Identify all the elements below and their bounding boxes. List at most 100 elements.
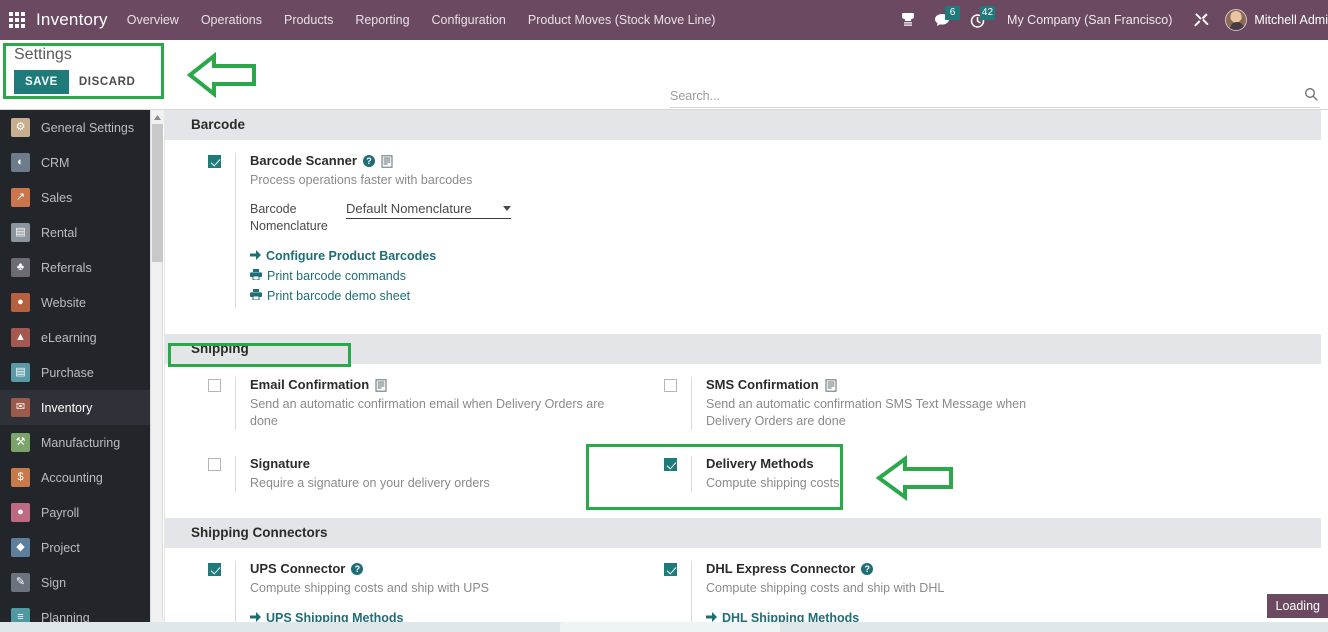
nav-menu-reporting[interactable]: Reporting bbox=[344, 0, 420, 40]
delivery-methods-body: Delivery Methods Compute shipping costs bbox=[691, 456, 839, 492]
activities-count-badge: 42 bbox=[979, 6, 996, 20]
user-name: Mitchell Admi bbox=[1254, 13, 1328, 27]
handshake-icon: ◐ bbox=[11, 153, 30, 172]
setting-sms-confirmation: SMS Confirmation Send an automatic confi… bbox=[664, 377, 1181, 430]
os-taskbar-chip bbox=[560, 622, 780, 632]
breadcrumb: Settings SAVE DISCARD bbox=[10, 44, 145, 94]
sidebar-scrollbar[interactable] bbox=[150, 110, 164, 632]
apps-grid-icon[interactable] bbox=[0, 0, 34, 40]
graduation-icon: ▲ bbox=[11, 328, 30, 347]
barcode-links: Configure Product Barcodes Print barcode… bbox=[250, 248, 511, 305]
barcode-scanner-label: Barcode Scanner bbox=[250, 153, 357, 168]
sidebar-item-label: Project bbox=[41, 540, 80, 555]
sidebar-item-rental[interactable]: ▤ Rental bbox=[0, 215, 150, 250]
top-navbar: Inventory Overview Operations Products R… bbox=[0, 0, 1328, 40]
sms-confirmation-body: SMS Confirmation Send an automatic confi… bbox=[691, 377, 1046, 430]
barcode-scanner-description: Process operations faster with barcodes bbox=[250, 173, 473, 187]
sidebar-scroll-thumb[interactable] bbox=[152, 124, 163, 262]
setting-dhl-connector: DHL Express Connector ? Compute shipping… bbox=[664, 561, 1181, 630]
barcode-scanner-label-row: Barcode Scanner ? bbox=[250, 153, 511, 169]
sidebar-item-label: Manufacturing bbox=[41, 435, 121, 450]
document-icon[interactable] bbox=[375, 378, 387, 392]
ups-connector-label-row: UPS Connector ? bbox=[250, 561, 489, 577]
signature-body: Signature Require a signature on your de… bbox=[235, 456, 490, 492]
section-body-shipping: Email Confirmation Send an automatic con… bbox=[165, 364, 1321, 518]
signature-label: Signature bbox=[250, 456, 310, 471]
sidebar-item-website[interactable]: ● Website bbox=[0, 285, 150, 320]
puzzle-icon: ◆ bbox=[11, 538, 30, 557]
user-menu[interactable]: Mitchell Admi bbox=[1219, 9, 1328, 31]
email-confirmation-checkbox[interactable] bbox=[208, 379, 221, 392]
save-button[interactable]: SAVE bbox=[14, 70, 69, 94]
search-icon[interactable] bbox=[1304, 87, 1320, 104]
dhl-connector-label: DHL Express Connector bbox=[706, 561, 856, 576]
shipping-row-2: Signature Require a signature on your de… bbox=[165, 456, 1321, 508]
help-icon[interactable]: ? bbox=[362, 155, 375, 167]
phone-icon[interactable] bbox=[891, 0, 925, 40]
sidebar-item-general-settings[interactable]: ⚙ General Settings bbox=[0, 110, 150, 145]
setting-email-confirmation: Email Confirmation Send an automatic con… bbox=[208, 377, 621, 430]
section-heading-barcode: Barcode bbox=[165, 110, 1321, 140]
document-icon[interactable] bbox=[825, 378, 837, 392]
messages-icon[interactable]: 6 bbox=[925, 0, 961, 40]
messages-count-badge: 6 bbox=[945, 6, 961, 20]
ups-connector-checkbox[interactable] bbox=[208, 563, 221, 576]
chevron-up-icon[interactable] bbox=[151, 110, 164, 124]
link-print-barcode-commands[interactable]: Print barcode commands bbox=[250, 268, 511, 285]
sidebar-item-label: Sales bbox=[41, 190, 73, 205]
setting-barcode-scanner: Barcode Scanner ? Process operations fas… bbox=[208, 153, 621, 308]
dhl-connector-checkbox[interactable] bbox=[664, 563, 677, 576]
search-input[interactable] bbox=[670, 88, 1270, 103]
discard-button[interactable]: DISCARD bbox=[69, 70, 146, 94]
sidebar-item-referrals[interactable]: ♣ Referrals bbox=[0, 250, 150, 285]
nav-menu-configuration[interactable]: Configuration bbox=[421, 0, 517, 40]
odoo-inventory-settings-page: Inventory Overview Operations Products R… bbox=[0, 0, 1328, 632]
email-confirmation-label: Email Confirmation bbox=[250, 377, 370, 392]
gear-icon: ⚙ bbox=[11, 118, 30, 137]
sidebar-item-label: eLearning bbox=[41, 330, 97, 345]
sidebar-item-sales[interactable]: ↗ Sales bbox=[0, 180, 150, 215]
barcode-nomenclature-select[interactable]: Default Nomenclature bbox=[346, 201, 511, 219]
setting-ups-connector: UPS Connector ? Compute shipping costs a… bbox=[208, 561, 621, 630]
sidebar-item-payroll[interactable]: ● Payroll bbox=[0, 495, 150, 530]
link-configure-product-barcodes[interactable]: Configure Product Barcodes bbox=[250, 248, 511, 265]
company-selector[interactable]: My Company (San Francisco) bbox=[995, 13, 1184, 27]
document-icon[interactable] bbox=[381, 154, 393, 168]
clock-icon[interactable]: 42 bbox=[960, 0, 996, 40]
delivery-methods-checkbox[interactable] bbox=[664, 458, 677, 471]
setting-signature: Signature Require a signature on your de… bbox=[208, 456, 621, 492]
nav-menu-overview[interactable]: Overview bbox=[116, 0, 190, 40]
link-print-barcode-demo-sheet[interactable]: Print barcode demo sheet bbox=[250, 288, 511, 305]
sidebar-item-label: Accounting bbox=[41, 470, 103, 485]
help-icon[interactable]: ? bbox=[351, 563, 364, 575]
nav-menu-operations[interactable]: Operations bbox=[190, 0, 273, 40]
sidebar-item-accounting[interactable]: $ Accounting bbox=[0, 460, 150, 495]
sidebar-item-manufacturing[interactable]: ⚒ Manufacturing bbox=[0, 425, 150, 460]
ups-connector-description: Compute shipping costs and ship with UPS bbox=[250, 581, 490, 595]
app-brand-inventory[interactable]: Inventory bbox=[34, 10, 116, 30]
shipping-left-column-1: Email Confirmation Send an automatic con… bbox=[165, 377, 621, 446]
sidebar-item-inventory[interactable]: ✉ Inventory bbox=[0, 390, 150, 425]
box-icon: ✉ bbox=[11, 398, 30, 417]
sidebar-item-label: Website bbox=[41, 295, 86, 310]
barcode-scanner-body: Barcode Scanner ? Process operations fas… bbox=[235, 153, 511, 308]
barcode-scanner-checkbox[interactable] bbox=[208, 155, 221, 168]
help-icon[interactable]: ? bbox=[861, 563, 874, 575]
sms-confirmation-checkbox[interactable] bbox=[664, 379, 677, 392]
delivery-methods-description: Compute shipping costs bbox=[706, 476, 840, 490]
link-label: Configure Product Barcodes bbox=[266, 249, 437, 263]
sidebar-item-sign[interactable]: ✎ Sign bbox=[0, 565, 150, 600]
sidebar-item-elearning[interactable]: ▲ eLearning bbox=[0, 320, 150, 355]
tools-icon[interactable] bbox=[1184, 0, 1219, 40]
wrench-icon: ⚒ bbox=[11, 433, 30, 452]
sidebar-item-crm[interactable]: ◐ CRM bbox=[0, 145, 150, 180]
sidebar-item-purchase[interactable]: ▤ Purchase bbox=[0, 355, 150, 390]
settings-sidebar[interactable]: ⚙ General Settings ◐ CRM ↗ Sales ▤ Rental ♣ Refer… bbox=[0, 110, 150, 632]
nav-menu-products[interactable]: Products bbox=[273, 0, 344, 40]
section-heading-shipping: Shipping bbox=[165, 334, 1321, 364]
page-title: Settings bbox=[14, 46, 72, 63]
sidebar-item-project[interactable]: ◆ Project bbox=[0, 530, 150, 565]
nav-menu-product-moves[interactable]: Product Moves (Stock Move Line) bbox=[517, 0, 727, 40]
invoice-icon: ▤ bbox=[11, 363, 30, 382]
signature-checkbox[interactable] bbox=[208, 458, 221, 471]
